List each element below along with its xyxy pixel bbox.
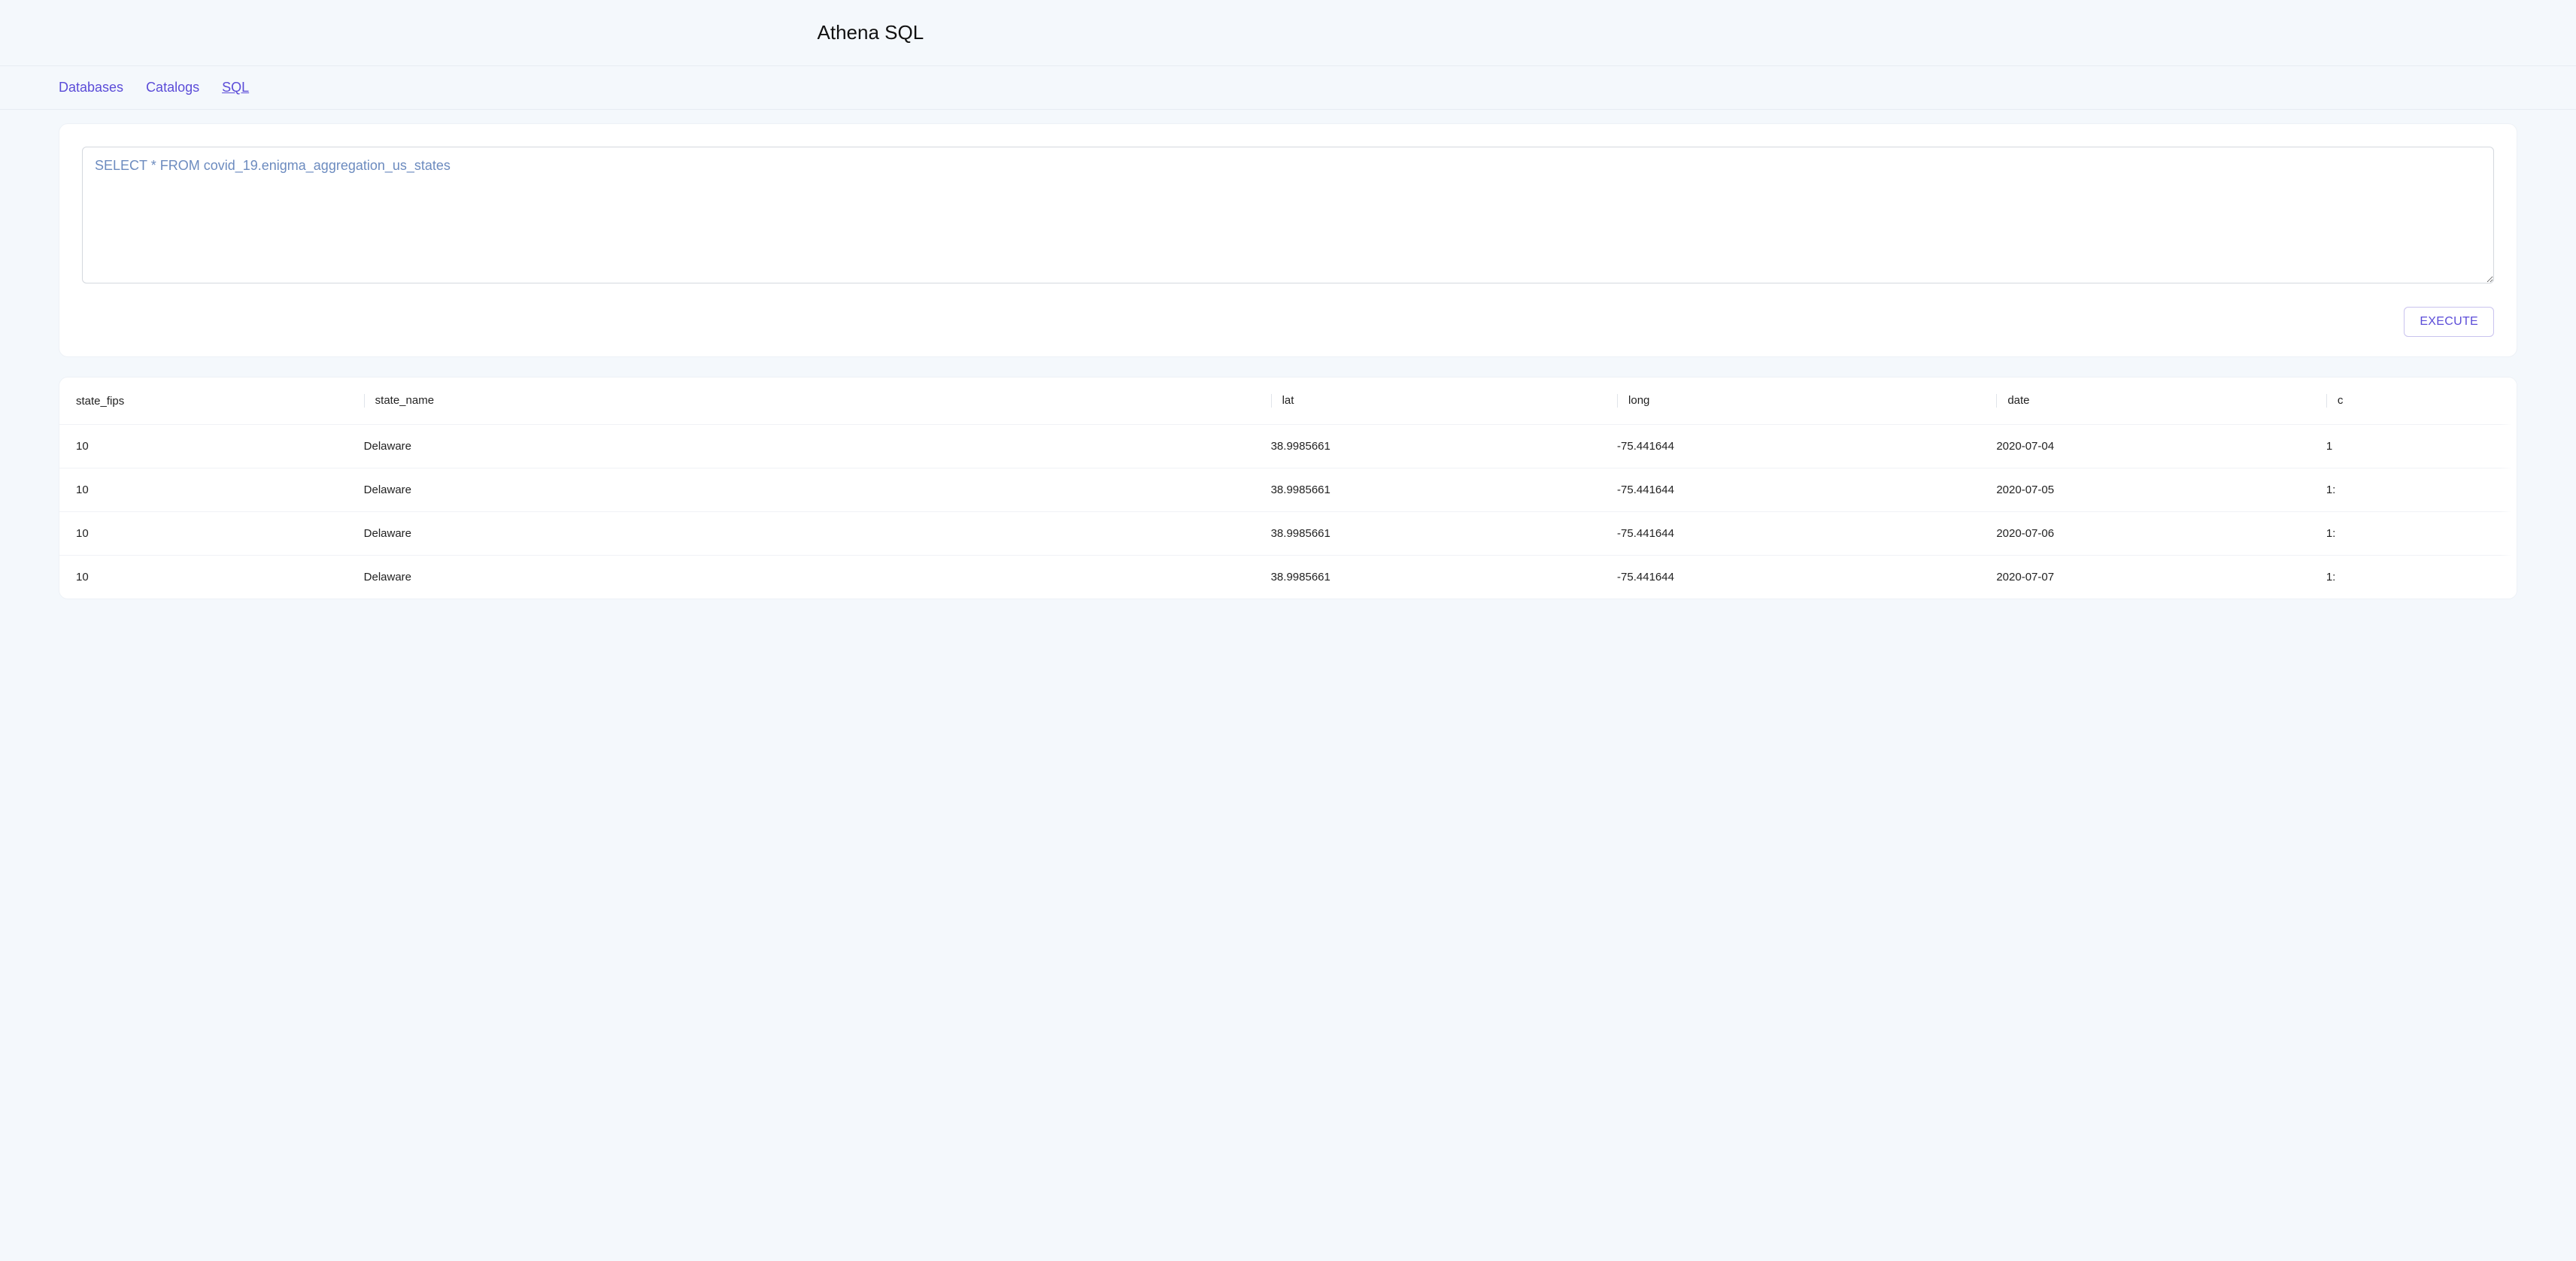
nav-tab-databases[interactable]: Databases: [59, 80, 123, 95]
sql-editor-card: EXECUTE: [59, 123, 2517, 357]
column-header-label: state_name: [375, 394, 434, 407]
table-cell: -75.441644: [1610, 468, 1989, 512]
table-cell: -75.441644: [1610, 512, 1989, 556]
nav-tab-catalogs[interactable]: Catalogs: [146, 80, 199, 95]
nav-bar: Databases Catalogs SQL: [0, 66, 2576, 110]
column-header-state_name[interactable]: state_name: [357, 377, 1264, 425]
table-cell: 38.9985661: [1264, 556, 1610, 599]
table-header-row: state_fips state_name lat long date c: [59, 377, 2517, 425]
table-cell: 10: [59, 468, 357, 512]
column-separator: [2326, 394, 2327, 408]
table-row[interactable]: 10Delaware38.9985661-75.4416442020-07-07…: [59, 556, 2517, 599]
column-separator: [1617, 394, 1618, 408]
execute-button[interactable]: EXECUTE: [2404, 307, 2494, 337]
table-cell: Delaware: [357, 468, 1264, 512]
table-cell: 2020-07-05: [1989, 468, 2319, 512]
column-header-label: c: [2338, 394, 2344, 407]
table-cell: 38.9985661: [1264, 425, 1610, 468]
column-header-label: lat: [1282, 394, 1294, 407]
table-cell: 2020-07-06: [1989, 512, 2319, 556]
table-cell-overflow: 1:: [2319, 556, 2517, 599]
page-title: Athena SQL: [759, 21, 1818, 44]
table-cell: 2020-07-04: [1989, 425, 2319, 468]
table-cell: Delaware: [357, 556, 1264, 599]
column-separator: [1996, 394, 1997, 408]
table-cell: 10: [59, 512, 357, 556]
table-row[interactable]: 10Delaware38.9985661-75.4416442020-07-06…: [59, 512, 2517, 556]
results-table: state_fipsstate_namelatlongdatec 10Delaw…: [59, 377, 2517, 599]
table-cell: -75.441644: [1610, 556, 1989, 599]
table-cell: 10: [59, 556, 357, 599]
column-separator: [1271, 394, 1272, 408]
table-cell: 38.9985661: [1264, 468, 1610, 512]
table-cell-overflow: 1: [2319, 425, 2517, 468]
column-header-long[interactable]: long: [1610, 377, 1989, 425]
column-separator: [364, 394, 365, 408]
column-header-label: state_fips: [76, 395, 124, 408]
column-header-lat[interactable]: lat: [1264, 377, 1610, 425]
nav-tab-sql[interactable]: SQL: [222, 80, 249, 95]
table-cell: 10: [59, 425, 357, 468]
column-header-date[interactable]: date: [1989, 377, 2319, 425]
results-card: state_fipsstate_namelatlongdatec 10Delaw…: [59, 377, 2517, 599]
column-header-state_fips[interactable]: state_fips: [59, 377, 357, 425]
table-row[interactable]: 10Delaware38.9985661-75.4416442020-07-05…: [59, 468, 2517, 512]
column-header-label: long: [1628, 394, 1649, 407]
column-header-label: date: [2007, 394, 2029, 407]
table-cell: Delaware: [357, 425, 1264, 468]
nav-tabs: Databases Catalogs SQL: [0, 80, 2576, 95]
column-header-overflow[interactable]: c: [2319, 377, 2517, 425]
table-cell: 2020-07-07: [1989, 556, 2319, 599]
table-cell-overflow: 1:: [2319, 512, 2517, 556]
sql-input[interactable]: [82, 147, 2494, 283]
table-cell: 38.9985661: [1264, 512, 1610, 556]
header-bar: Athena SQL: [0, 0, 2576, 66]
table-cell-overflow: 1:: [2319, 468, 2517, 512]
table-cell: Delaware: [357, 512, 1264, 556]
results-scroll[interactable]: state_fipsstate_namelatlongdatec 10Delaw…: [59, 377, 2517, 599]
table-row[interactable]: 10Delaware38.9985661-75.4416442020-07-04…: [59, 425, 2517, 468]
table-cell: -75.441644: [1610, 425, 1989, 468]
